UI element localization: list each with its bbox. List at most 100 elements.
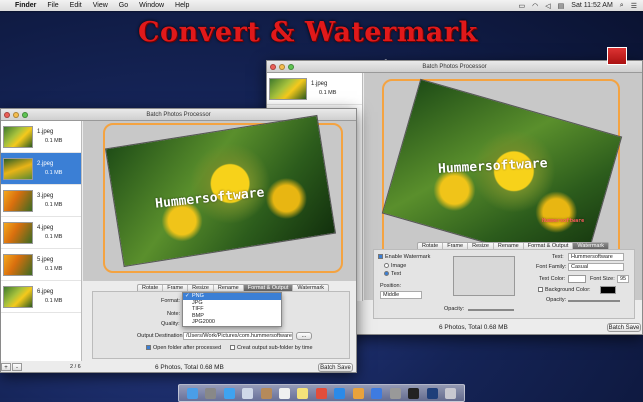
photo-thumbnail (3, 125, 33, 148)
menu-finder[interactable]: Finder (15, 2, 36, 9)
page-indicator: 2 / 6 (70, 364, 81, 370)
format-dropdown[interactable]: PNG JPG TIFF BMP JPG2000 (182, 292, 282, 327)
browse-button[interactable]: ... (296, 332, 312, 340)
photo-thumbnail (3, 253, 33, 276)
open-folder-checkbox[interactable]: Open folder after processed (146, 345, 221, 351)
calendar-icon[interactable] (278, 387, 290, 399)
opacity-label: Opacity: (444, 306, 465, 312)
text-color-label: Text Color: (539, 276, 566, 282)
list-icon[interactable]: ☰ (631, 2, 637, 10)
output-path-input[interactable]: /Users/Work/Pictures/com.hummersoftware.… (183, 332, 293, 340)
trash-icon[interactable] (445, 387, 457, 399)
text-radio[interactable]: Text (384, 271, 401, 277)
back-batch-save-button[interactable]: Batch Save (607, 323, 641, 332)
file-name: 1.jpeg (37, 128, 54, 135)
zoom-icon[interactable] (22, 112, 28, 118)
text-color-well[interactable] (568, 275, 586, 283)
opacity2-label: Opacity: (546, 297, 567, 303)
preferences-icon[interactable] (389, 387, 401, 399)
list-item[interactable]: 3.jpeg 0.1 MB (1, 185, 81, 217)
file-name: 1.jpeg (311, 80, 328, 87)
opacity2-slider[interactable] (568, 300, 620, 302)
format-option-bmp[interactable]: BMP (183, 313, 281, 320)
file-name: 5.jpeg (37, 256, 54, 263)
launchpad-icon[interactable] (205, 387, 217, 399)
format-label: Format: (161, 298, 180, 304)
position-label: Position: (380, 283, 402, 289)
dock (178, 384, 465, 402)
format-option-tiff[interactable]: TIFF (183, 306, 281, 313)
font-family-label: Font Family: (536, 264, 567, 270)
banner-title: Convert & Watermark (138, 17, 478, 48)
clock[interactable]: Sat 11:52 AM (571, 2, 613, 9)
minimize-icon[interactable] (13, 112, 19, 118)
photo-thumbnail (269, 77, 307, 100)
mail-icon[interactable] (242, 387, 254, 399)
file-name: 3.jpeg (37, 192, 54, 199)
menu-bar: Finder File Edit View Go Window Help ▭ ◠… (0, 0, 643, 11)
volume-icon[interactable]: ◁ (545, 2, 550, 10)
list-item[interactable]: 1.jpeg 0.1 MB (1, 121, 81, 153)
subfolder-checkbox[interactable]: Creat output sub-folder by time (230, 345, 313, 351)
font-size-input[interactable]: 95 (617, 275, 629, 283)
minimize-icon[interactable] (279, 64, 285, 70)
list-item[interactable]: 4.jpeg 0.1 MB (1, 217, 81, 249)
bg-color-checkbox[interactable]: Background Color: (538, 287, 591, 293)
front-preview-area: Hummersoftware (83, 114, 356, 281)
front-status: 6 Photos, Total 0.68 MB (155, 364, 224, 371)
bg-color-well[interactable] (600, 286, 616, 294)
front-file-list[interactable]: 1.jpeg 0.1 MB 2.jpeg 0.1 MB 3.jpeg 0.1 MB 4… (1, 121, 82, 361)
watermark-small: Hummersoftware (542, 218, 585, 224)
list-item[interactable]: 2.jpeg 0.1 MB (1, 153, 81, 185)
photos-icon[interactable] (352, 387, 364, 399)
notes-icon[interactable] (297, 387, 309, 399)
safari-icon[interactable] (223, 387, 235, 399)
file-size: 0.1 MB (45, 137, 63, 144)
enable-watermark-checkbox[interactable]: Enable Watermark (378, 254, 430, 260)
list-item[interactable]: 1.jpeg 0.1 MB (267, 73, 362, 105)
watermark-text-input[interactable]: Hummersoftware (568, 253, 624, 261)
menu-go[interactable]: Go (119, 2, 128, 9)
back-window-title: Batch Photos Processor (422, 64, 487, 70)
list-item[interactable]: 6.jpeg 0.1 MB (1, 281, 81, 313)
image-radio[interactable]: Image (384, 263, 406, 269)
format-option-png[interactable]: PNG (183, 293, 281, 300)
search-icon[interactable]: ⌕ (620, 2, 624, 10)
chrome-icon[interactable] (315, 387, 327, 399)
flag-icon[interactable]: ▤ (558, 2, 565, 10)
front-window: Batch Photos Processor 1.jpeg 0.1 MB 2.jp… (0, 108, 357, 373)
back-settings-panel: Enable Watermark Image Text Position: Mi… (373, 249, 635, 319)
photoshop-icon[interactable] (426, 387, 438, 399)
note-label: Note: (167, 311, 181, 317)
list-item[interactable]: 5.jpeg 0.1 MB (1, 249, 81, 281)
remove-button[interactable]: - (12, 363, 22, 371)
zoom-icon[interactable] (288, 64, 294, 70)
app-store-icon[interactable] (371, 387, 383, 399)
itunes-icon[interactable] (334, 387, 346, 399)
close-icon[interactable] (270, 64, 276, 70)
battery-icon[interactable]: ▭ (519, 2, 526, 10)
menu-edit[interactable]: Edit (70, 2, 82, 9)
add-button[interactable]: + (1, 363, 11, 371)
font-family-select[interactable]: Casual (568, 263, 624, 271)
position-select[interactable]: Middle (380, 291, 422, 299)
format-option-jpg[interactable]: JPG (183, 300, 281, 307)
close-icon[interactable] (4, 112, 10, 118)
wifi-icon[interactable]: ◠ (532, 2, 538, 10)
terminal-icon[interactable] (408, 387, 420, 399)
image-well[interactable] (453, 256, 515, 296)
menu-window[interactable]: Window (139, 2, 164, 9)
back-window-titlebar[interactable]: Batch Photos Processor (267, 61, 642, 73)
back-status: 6 Photos, Total 0.68 MB (439, 324, 508, 331)
contacts-icon[interactable] (260, 387, 272, 399)
menu-file[interactable]: File (47, 2, 58, 9)
file-size: 0.1 MB (45, 233, 63, 240)
front-batch-save-button[interactable]: Batch Save (318, 363, 353, 372)
opacity-slider[interactable] (468, 309, 514, 311)
menu-help[interactable]: Help (175, 2, 189, 9)
text-field-label: Text: (552, 254, 564, 260)
finder-icon[interactable] (186, 387, 198, 399)
file-size: 0.1 MB (45, 169, 63, 176)
menu-view[interactable]: View (93, 2, 108, 9)
format-option-jpg2000[interactable]: JPG2000 (183, 319, 281, 326)
